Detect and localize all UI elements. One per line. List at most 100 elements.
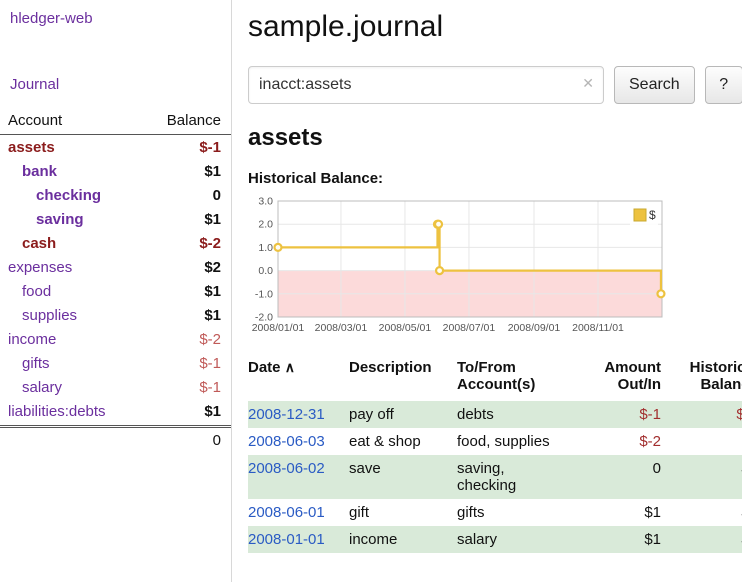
accounts-total-row: 0 — [0, 425, 231, 453]
account-link[interactable]: expenses — [8, 259, 72, 276]
account-link[interactable]: cash — [22, 235, 56, 252]
account-link[interactable]: income — [8, 331, 56, 348]
account-balance: $1 — [204, 163, 221, 180]
date-link[interactable]: 2008-12-31 — [248, 406, 325, 423]
svg-text:2008/01/01: 2008/01/01 — [252, 322, 305, 334]
column-header-balance: Historical Balance — [663, 355, 742, 401]
accounts-header-account: Account — [8, 112, 62, 129]
account-row: salary $-1 — [0, 375, 231, 399]
column-header-amount: Amount Out/In — [575, 355, 663, 401]
main-content: sample.journal ✕ Search ? assets Histori… — [232, 0, 742, 582]
account-balance: $1 — [204, 403, 221, 420]
account-balance: $-1 — [199, 379, 221, 396]
transaction-accounts: debts — [457, 401, 575, 428]
account-link[interactable]: salary — [22, 379, 62, 396]
transaction-accounts: gifts — [457, 499, 575, 526]
account-row: checking 0 — [0, 183, 231, 207]
account-link[interactable]: assets — [8, 139, 55, 156]
register-row: 2008-12-31 pay off debts $-1 $-1 — [248, 401, 742, 428]
account-link[interactable]: checking — [36, 187, 101, 204]
transaction-balance: $-1 — [663, 401, 742, 428]
transaction-balance: $2 — [663, 455, 742, 499]
account-link[interactable]: gifts — [22, 355, 50, 372]
accounts-table: Account Balance assets $-1 bank $1 check… — [0, 109, 231, 453]
transaction-description: pay off — [349, 401, 457, 428]
register-table: Date ∧ Description To/From Account(s) Am… — [248, 355, 742, 553]
date-link[interactable]: 2008-01-01 — [248, 531, 325, 548]
register-row: 2008-06-03 eat & shop food, supplies $-2… — [248, 428, 742, 455]
search-button[interactable]: Search — [614, 66, 695, 104]
transaction-description: income — [349, 526, 457, 553]
account-balance: $1 — [204, 307, 221, 324]
sidebar-item-journal[interactable]: Journal — [10, 76, 231, 93]
svg-text:$: $ — [649, 208, 656, 222]
transaction-amount: 0 — [575, 455, 663, 499]
app-title-link[interactable]: hledger-web — [10, 10, 93, 27]
account-link[interactable]: liabilities:debts — [8, 403, 106, 420]
account-balance: $1 — [204, 283, 221, 300]
account-balance: $1 — [204, 211, 221, 228]
transaction-description: save — [349, 455, 457, 499]
accounts-total-value: 0 — [213, 432, 221, 449]
clear-search-icon[interactable]: ✕ — [582, 76, 594, 90]
date-link[interactable]: 2008-06-02 — [248, 460, 325, 477]
account-row: supplies $1 — [0, 303, 231, 327]
transaction-accounts: food, supplies — [457, 428, 575, 455]
search-box: ✕ — [248, 66, 604, 104]
svg-text:2008/09/01: 2008/09/01 — [508, 322, 561, 334]
historical-balance-chart[interactable]: 3.02.01.00.0-1.0-2.02008/01/012008/03/01… — [248, 195, 668, 337]
account-row: expenses $2 — [0, 255, 231, 279]
page-title: sample.journal — [248, 10, 742, 44]
transaction-balance: $1 — [663, 526, 742, 553]
column-header-accounts: To/From Account(s) — [457, 355, 575, 401]
accounts-table-header: Account Balance — [0, 109, 231, 135]
account-balance: $-2 — [199, 235, 221, 252]
transaction-description: eat & shop — [349, 428, 457, 455]
account-balance: 0 — [213, 187, 221, 204]
transaction-balance: 0 — [663, 428, 742, 455]
account-row: food $1 — [0, 279, 231, 303]
search-bar: ✕ Search ? — [248, 66, 742, 104]
column-header-date[interactable]: Date ∧ — [248, 355, 349, 401]
account-link[interactable]: food — [22, 283, 51, 300]
register-body: 2008-12-31 pay off debts $-1 $-1 2008-06… — [248, 401, 742, 553]
account-link[interactable]: supplies — [22, 307, 77, 324]
help-button[interactable]: ? — [705, 66, 742, 104]
svg-text:2008/11/01: 2008/11/01 — [572, 322, 624, 334]
svg-text:2008/05/01: 2008/05/01 — [379, 322, 432, 334]
account-link[interactable]: bank — [22, 163, 57, 180]
search-input[interactable] — [248, 66, 604, 104]
sort-ascending-icon: ∧ — [285, 359, 295, 375]
account-row: assets $-1 — [0, 135, 231, 159]
account-balance: $-1 — [199, 355, 221, 372]
svg-text:-1.0: -1.0 — [255, 288, 273, 300]
transaction-description: gift — [349, 499, 457, 526]
accounts-list: assets $-1 bank $1 checking 0 saving $1 — [0, 135, 231, 423]
svg-text:2008/03/01: 2008/03/01 — [315, 322, 368, 334]
chart-heading: Historical Balance: — [248, 170, 742, 187]
transaction-amount: $-2 — [575, 428, 663, 455]
register-row: 2008-06-01 gift gifts $1 $2 — [248, 499, 742, 526]
svg-text:0.0: 0.0 — [258, 265, 273, 277]
account-row: income $-2 — [0, 327, 231, 351]
register-header-row: Date ∧ Description To/From Account(s) Am… — [248, 355, 742, 401]
transaction-accounts: salary — [457, 526, 575, 553]
column-header-description: Description — [349, 355, 457, 401]
register-row: 2008-06-02 save saving, checking 0 $2 — [248, 455, 742, 499]
account-balance: $-2 — [199, 331, 221, 348]
account-link[interactable]: saving — [36, 211, 84, 228]
account-heading: assets — [248, 124, 742, 152]
account-row: gifts $-1 — [0, 351, 231, 375]
sidebar: hledger-web Journal Account Balance asse… — [0, 0, 232, 582]
transaction-accounts: saving, checking — [457, 455, 575, 499]
account-row: saving $1 — [0, 207, 231, 231]
date-link[interactable]: 2008-06-03 — [248, 433, 325, 450]
transaction-balance: $2 — [663, 499, 742, 526]
account-row: bank $1 — [0, 159, 231, 183]
account-balance: $-1 — [199, 139, 221, 156]
date-link[interactable]: 2008-06-01 — [248, 504, 325, 521]
transaction-amount: $-1 — [575, 401, 663, 428]
svg-text:2.0: 2.0 — [258, 219, 273, 231]
date-header-label: Date — [248, 359, 281, 376]
accounts-header-balance: Balance — [167, 112, 221, 129]
